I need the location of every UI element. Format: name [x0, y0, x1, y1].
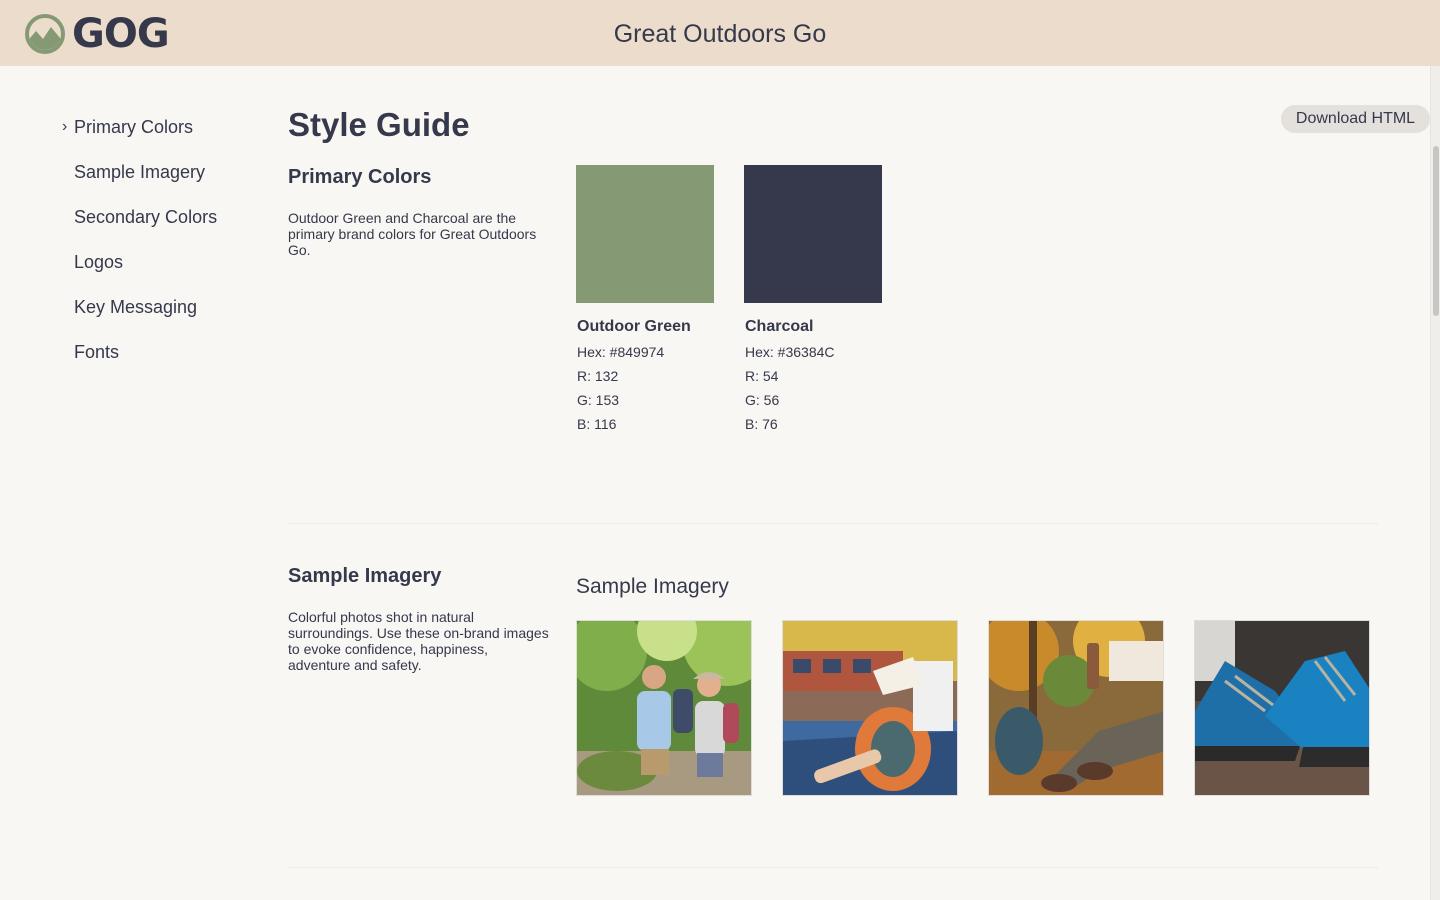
sidebar-item-label: Secondary Colors — [74, 207, 218, 227]
sidebar-item-label: Fonts — [74, 342, 120, 362]
section-divider — [288, 523, 1378, 524]
sidebar-item-key-messaging[interactable]: Key Messaging — [60, 292, 260, 337]
page-title: Style Guide — [288, 106, 470, 143]
outdoor-green-swatch — [576, 165, 714, 303]
sample-imagery-title: Sample Imagery — [576, 575, 729, 598]
section-divider — [288, 867, 1378, 868]
download-html-button[interactable]: Download HTML — [1281, 105, 1430, 133]
swatch-red: R: 132 — [577, 368, 619, 384]
swatch-green: G: 153 — [577, 392, 620, 408]
chevron-right-icon: › — [62, 118, 68, 135]
sidebar-item-label: Sample Imagery — [74, 162, 206, 182]
hikers-photo — [576, 620, 752, 796]
sidebar-item-secondary-colors[interactable]: Secondary Colors — [60, 202, 260, 247]
sidebar-item-logos[interactable]: Logos — [60, 247, 260, 292]
sidebar-item-label: Primary Colors — [74, 117, 194, 137]
charcoal-info: Charcoal Hex: #36384C R: 54 G: 56 B: 76 — [745, 316, 905, 436]
sidebar-item-label: Key Messaging — [74, 297, 198, 317]
sidebar-item-fonts[interactable]: Fonts — [60, 337, 260, 382]
swatch-blue: B: 76 — [745, 416, 778, 432]
primary-colors-heading: Primary Colors — [288, 166, 432, 188]
sidebar-nav: › Primary Colors Sample Imagery Secondar… — [60, 112, 260, 382]
vertical-scrollbar[interactable] — [1430, 66, 1440, 900]
swatch-hex: Hex: #849974 — [577, 344, 665, 360]
sidebar-item-sample-imagery[interactable]: Sample Imagery — [60, 157, 260, 202]
scrollbar-thumb[interactable] — [1433, 146, 1439, 316]
sidebar-item-label: Logos — [74, 252, 124, 272]
swatch-hex: Hex: #36384C — [745, 344, 835, 360]
hiking-boots-photo — [1194, 620, 1370, 796]
autumn-thermos-photo — [988, 620, 1164, 796]
primary-colors-description: Outdoor Green and Charcoal are the prima… — [288, 210, 537, 258]
sidebar-item-primary-colors[interactable]: › Primary Colors — [60, 112, 260, 157]
swatch-name: Charcoal — [745, 318, 814, 335]
charcoal-swatch — [744, 165, 882, 303]
app-title: Great Outdoors Go — [613, 20, 827, 48]
swatch-name: Outdoor Green — [577, 318, 691, 335]
sample-imagery-heading: Sample Imagery — [288, 565, 442, 587]
swatch-blue: B: 116 — [577, 416, 617, 432]
top-bar: GOG Great Outdoors Go — [0, 0, 1440, 66]
swatch-green: G: 56 — [745, 392, 780, 408]
outdoor-green-info: Outdoor Green Hex: #849974 R: 132 G: 153… — [577, 316, 737, 436]
swatch-red: R: 54 — [745, 368, 779, 384]
train-backpack-photo — [782, 620, 958, 796]
sample-imagery-description: Colorful photos shot in natural surround… — [288, 609, 549, 673]
